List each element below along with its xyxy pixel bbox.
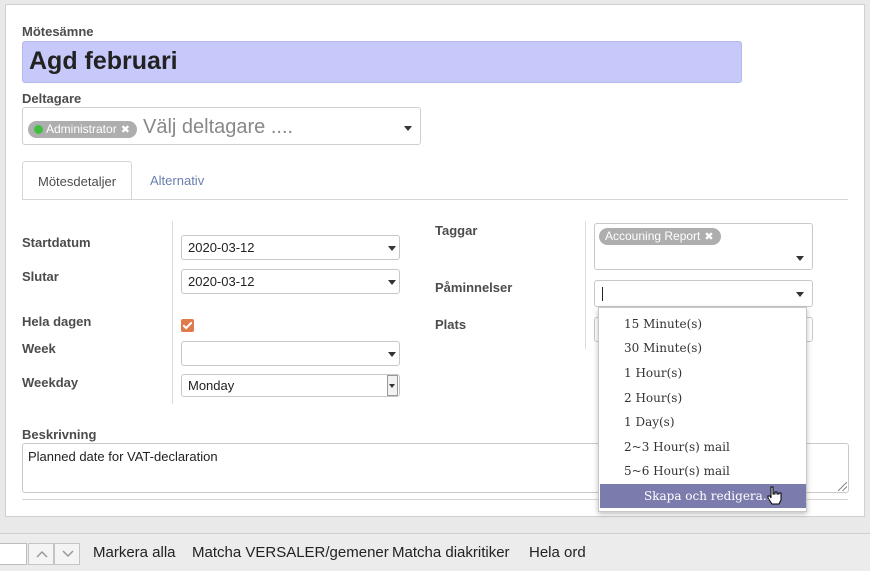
find-previous-button[interactable] bbox=[28, 543, 54, 565]
attendees-placeholder: Välj deltagare .... bbox=[143, 116, 294, 138]
subject-label: Mötesämne bbox=[22, 24, 94, 39]
resize-grip-icon[interactable] bbox=[838, 482, 847, 491]
find-next-button[interactable] bbox=[54, 543, 80, 565]
attendees-label: Deltagare bbox=[22, 91, 82, 106]
column-divider bbox=[585, 221, 586, 349]
dropdown-option[interactable]: 30 Minute(s) bbox=[624, 338, 702, 358]
weekday-value: Monday bbox=[188, 378, 235, 393]
stop-date-value: 2020-03-12 bbox=[188, 274, 255, 289]
dropdown-option[interactable]: 1 Hour(s) bbox=[624, 363, 682, 383]
reminders-label: Påminnelser bbox=[435, 280, 513, 295]
location-label: Plats bbox=[435, 317, 467, 332]
tab-options[interactable]: Alternativ bbox=[135, 161, 219, 200]
dropdown-caret-icon[interactable] bbox=[388, 280, 396, 285]
dropdown-caret-icon[interactable] bbox=[388, 352, 396, 357]
category-tag-label: Accouning Report bbox=[605, 229, 701, 243]
status-dot-icon bbox=[34, 125, 43, 134]
attendees-field[interactable]: Administrator ✖ Välj deltagare .... bbox=[22, 107, 421, 145]
week-select[interactable] bbox=[181, 341, 400, 366]
tabs-divider bbox=[22, 199, 848, 200]
start-date-value: 2020-03-12 bbox=[188, 240, 255, 255]
chevron-down-icon bbox=[62, 550, 74, 558]
reminders-input[interactable] bbox=[594, 280, 813, 307]
hand-cursor-icon bbox=[767, 486, 782, 505]
find-bar: Markera alla Matcha VERSALER/gemener Mat… bbox=[0, 533, 870, 571]
dropdown-caret-icon[interactable] bbox=[388, 246, 396, 251]
dropdown-option[interactable]: 5~6 Hour(s) mail bbox=[624, 461, 730, 481]
category-tag: Accouning Report ✖ bbox=[599, 228, 721, 245]
weekday-select[interactable]: Monday bbox=[181, 374, 400, 397]
stop-date-field[interactable]: 2020-03-12 bbox=[181, 269, 400, 294]
dropdown-option[interactable]: 15 Minute(s) bbox=[624, 314, 702, 334]
allday-label: Hela dagen bbox=[22, 314, 92, 329]
start-date-field[interactable]: 2020-03-12 bbox=[181, 235, 400, 260]
create-and-edit-label: Skapa och redigera... bbox=[644, 489, 775, 503]
start-label: Startdatum bbox=[22, 235, 91, 250]
chevron-up-icon bbox=[36, 550, 48, 558]
dropdown-caret-icon[interactable] bbox=[796, 292, 804, 297]
attendee-tag: Administrator ✖ bbox=[28, 121, 137, 138]
weekday-dropdown-button[interactable] bbox=[387, 375, 398, 396]
match-diacritics-toggle[interactable]: Matcha diakritiker bbox=[392, 544, 510, 561]
stop-label: Slutar bbox=[22, 269, 59, 284]
description-value: Planned date for VAT-declaration bbox=[28, 449, 218, 464]
dropdown-option[interactable]: 1 Day(s) bbox=[624, 412, 675, 432]
match-case-toggle[interactable]: Matcha VERSALER/gemener bbox=[192, 544, 389, 561]
dropdown-caret-icon[interactable] bbox=[404, 126, 412, 131]
week-label: Week bbox=[22, 341, 56, 356]
weekday-label: Weekday bbox=[22, 375, 79, 390]
remove-tag-icon[interactable]: ✖ bbox=[704, 231, 713, 243]
reminders-dropdown: 15 Minute(s) 30 Minute(s) 1 Hour(s) 2 Ho… bbox=[598, 307, 807, 512]
dropdown-caret-icon bbox=[389, 384, 395, 388]
column-divider bbox=[172, 221, 173, 404]
highlight-all-toggle[interactable]: Markera alla bbox=[93, 544, 176, 561]
tab-meeting-details[interactable]: Mötesdetaljer bbox=[22, 161, 133, 200]
dropdown-option[interactable]: 2~3 Hour(s) mail bbox=[624, 437, 730, 457]
tags-label: Taggar bbox=[435, 223, 478, 238]
find-input[interactable] bbox=[0, 543, 27, 565]
dropdown-caret-icon[interactable] bbox=[796, 256, 804, 261]
whole-words-toggle[interactable]: Hela ord bbox=[529, 544, 586, 561]
tags-field[interactable]: Accouning Report ✖ bbox=[594, 223, 813, 270]
description-label: Beskrivning bbox=[22, 427, 97, 442]
text-cursor bbox=[602, 287, 603, 301]
subject-input[interactable]: Agd februari bbox=[22, 41, 742, 83]
remove-tag-icon[interactable]: ✖ bbox=[121, 124, 130, 136]
dropdown-option[interactable]: 2 Hour(s) bbox=[624, 388, 682, 408]
attendee-tag-label: Administrator bbox=[46, 122, 117, 136]
allday-checkbox[interactable] bbox=[181, 319, 194, 332]
